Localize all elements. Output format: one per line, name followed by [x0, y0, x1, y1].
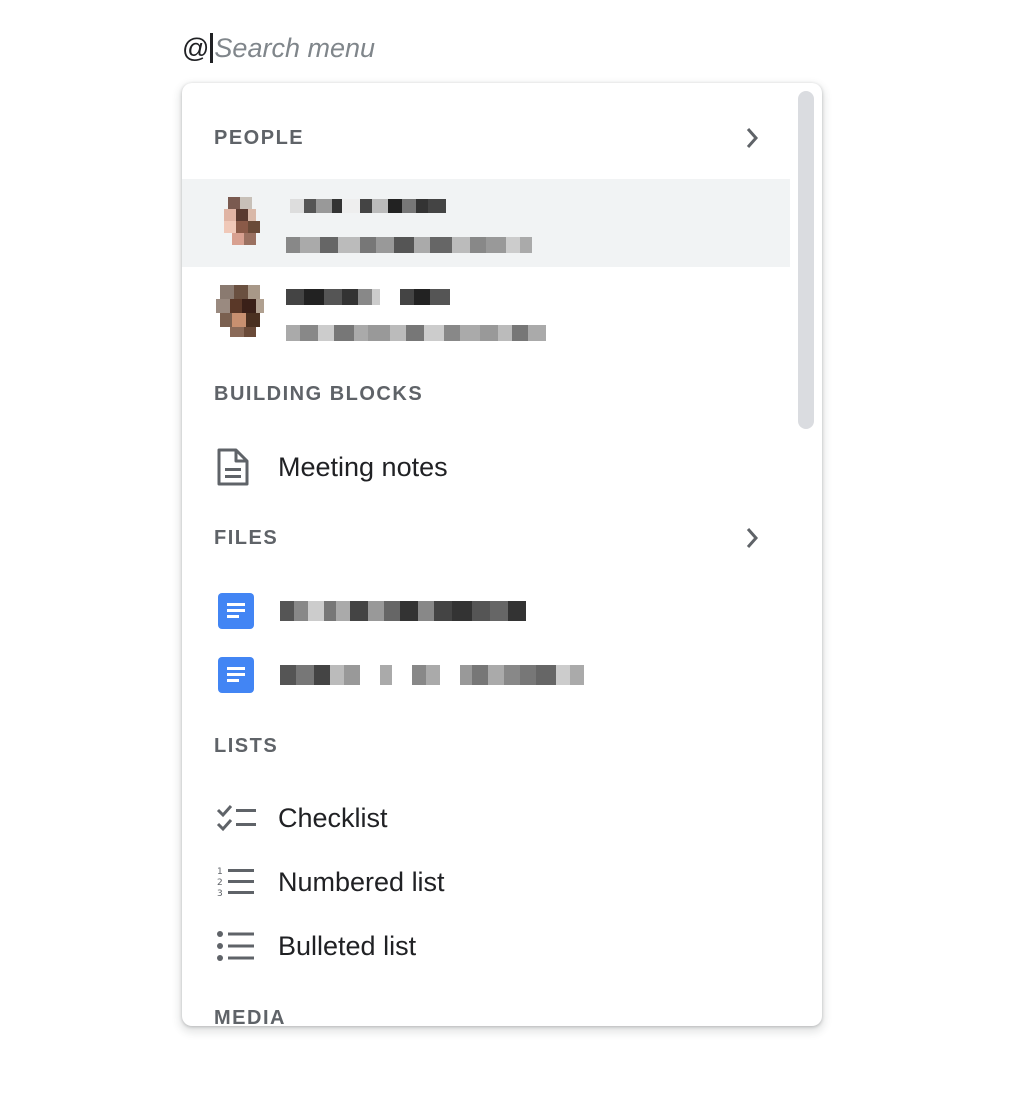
- files-section-title: FILES: [214, 526, 279, 549]
- file-item[interactable]: [214, 586, 774, 636]
- redacted-file-name: [280, 601, 526, 621]
- media-section-header: MEDIA: [214, 1000, 764, 1027]
- person-item[interactable]: [182, 269, 790, 357]
- google-docs-icon: [218, 591, 270, 631]
- meeting-notes-label: Meeting notes: [278, 451, 448, 482]
- person-item[interactable]: [182, 179, 790, 267]
- google-docs-icon: [218, 655, 270, 695]
- svg-text:3: 3: [217, 889, 223, 899]
- building-blocks-section-title: BUILDING BLOCKS: [214, 382, 424, 405]
- avatar: [216, 197, 264, 249]
- files-section-header[interactable]: FILES: [214, 520, 764, 556]
- file-item[interactable]: [214, 650, 774, 700]
- people-section-header[interactable]: PEOPLE: [214, 120, 764, 156]
- scrollbar-thumb[interactable]: [798, 91, 814, 429]
- numbered-list-item[interactable]: 1 2 3 Numbered list: [214, 857, 774, 907]
- redacted-email: [286, 325, 546, 341]
- numbered-list-icon: 1 2 3: [216, 862, 268, 902]
- bulleted-list-item[interactable]: Bulleted list: [214, 921, 774, 971]
- people-section-title: PEOPLE: [214, 126, 305, 149]
- redacted-email: [286, 237, 532, 253]
- mention-prefix: @: [182, 32, 210, 63]
- media-section-title: MEDIA: [214, 1006, 286, 1027]
- avatar: [216, 285, 264, 337]
- svg-text:1: 1: [217, 867, 223, 877]
- meeting-notes-item[interactable]: Meeting notes: [214, 442, 774, 492]
- checklist-label: Checklist: [278, 802, 388, 833]
- bulleted-list-icon: [216, 926, 268, 966]
- redacted-name: [290, 199, 446, 213]
- chevron-right-icon[interactable]: [740, 126, 764, 150]
- svg-text:2: 2: [217, 878, 223, 888]
- mention-menu: PEOPLE BUILDING BLOCKS Meeting notes FIL…: [182, 83, 822, 1026]
- text-caret: [210, 33, 214, 63]
- search-field[interactable]: @ Search menu: [182, 28, 375, 68]
- chevron-right-icon[interactable]: [740, 526, 764, 550]
- checklist-icon: [216, 798, 268, 838]
- numbered-list-label: Numbered list: [278, 866, 445, 897]
- redacted-name: [286, 289, 450, 305]
- document-icon: [216, 447, 268, 487]
- redacted-file-name: [280, 665, 584, 685]
- search-placeholder: Search menu: [214, 32, 376, 63]
- lists-section-header: LISTS: [214, 728, 764, 764]
- checklist-item[interactable]: Checklist: [214, 793, 774, 843]
- bulleted-list-label: Bulleted list: [278, 930, 417, 961]
- lists-section-title: LISTS: [214, 734, 279, 757]
- building-blocks-section-header: BUILDING BLOCKS: [214, 376, 764, 412]
